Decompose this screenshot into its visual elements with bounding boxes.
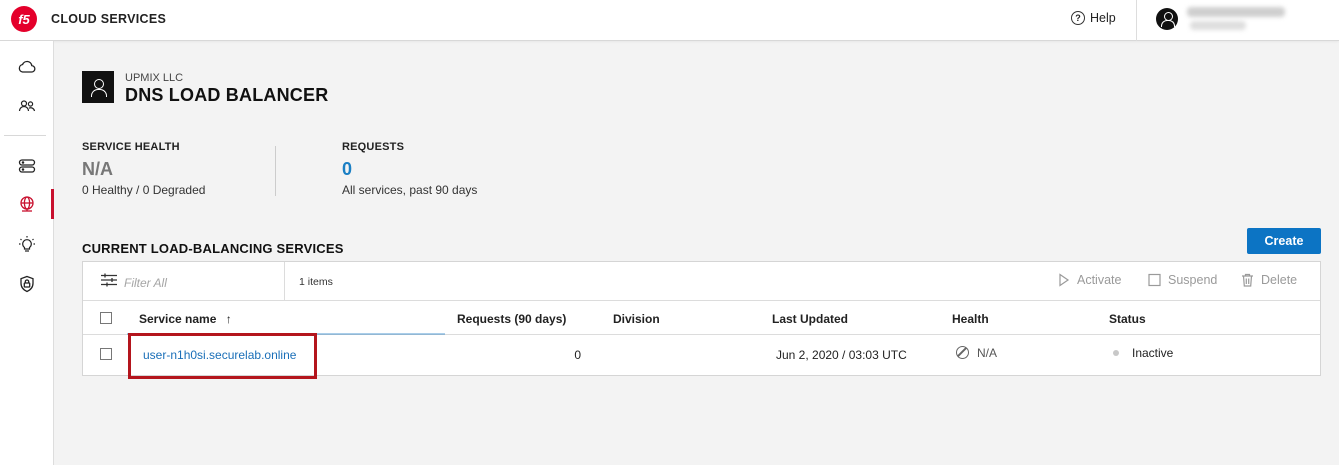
service-health-value: N/A <box>82 159 113 179</box>
trash-icon <box>1242 273 1253 287</box>
shield-lock-icon <box>20 275 34 293</box>
requests-period: All services, past 90 days <box>342 183 478 197</box>
app-title: CLOUD SERVICES <box>51 12 167 26</box>
activate-label: Activate <box>1077 273 1122 287</box>
column-status[interactable]: Status <box>1109 312 1146 326</box>
requests-value: 0 <box>342 159 353 179</box>
top-bar: f5 CLOUD SERVICES ? Help <box>0 0 1339 41</box>
help-icon: ? <box>1071 11 1085 25</box>
filter-sliders-icon[interactable] <box>100 273 118 287</box>
table-row[interactable]: user-n1h0si.securelab.online 0 Jun 2, 20… <box>83 333 1320 379</box>
filter-box <box>83 262 285 301</box>
sidebar-separator <box>4 135 46 136</box>
activate-button[interactable]: Activate <box>1057 273 1121 287</box>
sort-ascending-icon: ↑ <box>225 312 232 326</box>
requests-label: REQUESTS <box>342 141 405 153</box>
cloud-icon <box>18 60 36 73</box>
page-title: DNS LOAD BALANCER <box>125 85 329 105</box>
table-toolbar: 1 items Activate Suspend Delete <box>83 262 1320 301</box>
row-health-label: N/A <box>977 346 998 360</box>
users-icon <box>18 100 36 112</box>
user-avatar-icon[interactable] <box>1156 8 1178 30</box>
play-icon <box>1059 273 1070 287</box>
delete-button[interactable]: Delete <box>1241 273 1297 287</box>
row-requests: 0 <box>574 348 581 362</box>
help-link[interactable]: ? Help <box>1071 11 1116 25</box>
suspend-label: Suspend <box>1168 273 1218 287</box>
lightbulb-icon <box>19 236 35 252</box>
table-header-row: Service name ↑ Requests (90 days) Divisi… <box>83 302 1320 335</box>
sidebar-item-cloud[interactable] <box>0 52 54 82</box>
header-divider <box>1136 0 1137 41</box>
items-count: 1 items <box>299 276 333 288</box>
sidebar-item-security[interactable] <box>0 269 54 299</box>
delete-label: Delete <box>1261 273 1298 287</box>
suspend-button[interactable]: Suspend <box>1148 273 1217 287</box>
service-health-label: SERVICE HEALTH <box>82 141 180 153</box>
help-label: Help <box>1090 11 1116 25</box>
user-name-redacted[interactable] <box>1187 7 1285 17</box>
f5-logo[interactable]: f5 <box>11 6 37 32</box>
column-service-name[interactable]: Service name ↑ <box>139 312 232 326</box>
column-health[interactable]: Health <box>952 312 989 326</box>
services-table-panel: 1 items Activate Suspend Delete Service … <box>82 261 1321 379</box>
globe-icon <box>20 196 34 212</box>
row-health: N/A <box>956 346 997 360</box>
row-checkbox[interactable] <box>100 348 112 360</box>
row-status-label: Inactive <box>1132 346 1174 360</box>
column-service-name-label: Service name <box>139 312 217 326</box>
stop-square-icon <box>1148 273 1161 287</box>
status-dot-icon <box>1113 350 1119 356</box>
column-last-updated[interactable]: Last Updated <box>772 312 848 326</box>
server-icon <box>18 159 36 173</box>
service-account-icon <box>82 71 114 103</box>
sidebar-item-insights[interactable] <box>0 229 54 259</box>
no-health-icon <box>956 346 969 359</box>
column-division[interactable]: Division <box>613 312 660 326</box>
column-requests[interactable]: Requests (90 days) <box>457 312 566 326</box>
sidebar-item-servers[interactable] <box>0 151 54 181</box>
create-button[interactable]: Create <box>1247 228 1321 254</box>
row-last-updated: Jun 2, 2020 / 03:03 UTC <box>776 348 907 362</box>
sidebar <box>0 41 54 465</box>
row-status: Inactive <box>1113 346 1173 360</box>
active-indicator <box>51 189 54 219</box>
service-health-breakdown: 0 Healthy / 0 Degraded <box>82 183 206 197</box>
section-title: CURRENT LOAD-BALANCING SERVICES <box>82 241 344 256</box>
user-org-redacted <box>1190 21 1246 30</box>
filter-input[interactable] <box>124 276 274 290</box>
select-all-checkbox[interactable] <box>100 312 112 324</box>
org-name: UPMIX LLC <box>125 72 184 84</box>
sidebar-item-users[interactable] <box>0 91 54 121</box>
highlight-annotation <box>128 333 317 379</box>
sidebar-item-dns[interactable] <box>0 189 54 219</box>
stats-divider <box>275 146 276 196</box>
